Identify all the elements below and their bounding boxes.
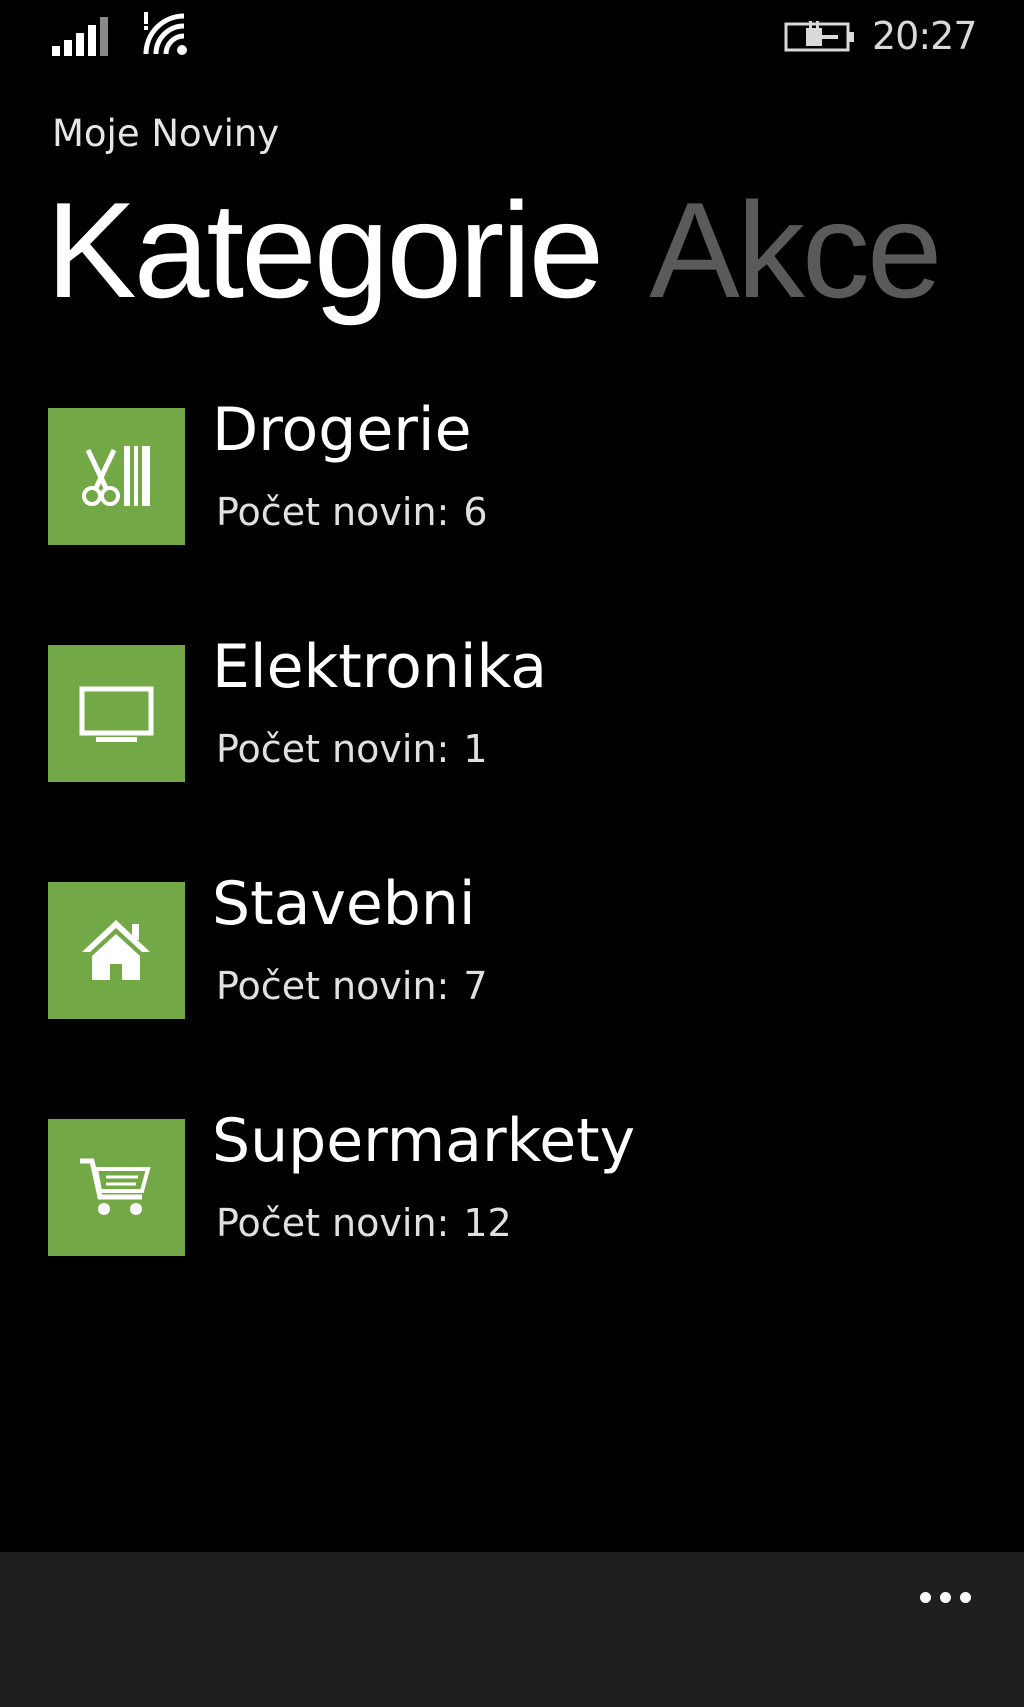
category-tile (48, 882, 185, 1019)
wifi-icon (143, 12, 187, 55)
signal-bars-icon (52, 17, 108, 56)
shopping-cart-icon (80, 1158, 151, 1215)
category-count: Počet novin: 6 (216, 488, 488, 536)
clock: 20:27 (872, 14, 978, 58)
scissors-comb-icon (82, 446, 150, 506)
status-bar: 20:27 (0, 0, 1024, 80)
app-title: Moje Noviny (52, 112, 280, 155)
monitor-icon (79, 686, 154, 742)
count-label: Počet novin: (216, 1201, 450, 1245)
category-name: Drogerie (212, 395, 472, 465)
category-name: Stavebni (212, 869, 476, 939)
category-tile (48, 408, 185, 545)
pivot-kategorie[interactable]: Kategorie (46, 170, 604, 330)
category-item-supermarkety[interactable]: Supermarkety Počet novin: 12 (48, 1106, 988, 1256)
category-item-drogerie[interactable]: Drogerie Počet novin: 6 (48, 395, 988, 545)
count-label: Počet novin: (216, 727, 450, 771)
category-tile (48, 645, 185, 782)
count-value: 12 (463, 1201, 512, 1245)
count-value: 7 (463, 964, 488, 1008)
category-count: Počet novin: 7 (216, 962, 488, 1010)
category-item-stavebni[interactable]: Stavebni Počet novin: 7 (48, 869, 988, 1019)
pivot-headers: Kategorie Akce (46, 170, 1024, 340)
house-icon (82, 920, 150, 980)
category-name: Elektronika (212, 632, 547, 702)
count-label: Počet novin: (216, 490, 450, 534)
count-label: Počet novin: (216, 964, 450, 1008)
category-list: Drogerie Počet novin: 6 Elektronika Počet… (48, 395, 988, 1356)
battery-charging-icon (784, 21, 854, 52)
category-name: Supermarkety (212, 1106, 636, 1176)
count-value: 1 (463, 727, 488, 771)
category-tile (48, 1119, 185, 1256)
pivot-akce[interactable]: Akce (649, 170, 942, 330)
app-bar (0, 1552, 1024, 1707)
category-item-elektronika[interactable]: Elektronika Počet novin: 1 (48, 632, 988, 782)
category-count: Počet novin: 1 (216, 725, 488, 773)
category-count: Počet novin: 12 (216, 1199, 512, 1247)
more-button[interactable] (906, 1572, 986, 1620)
count-value: 6 (463, 490, 488, 534)
